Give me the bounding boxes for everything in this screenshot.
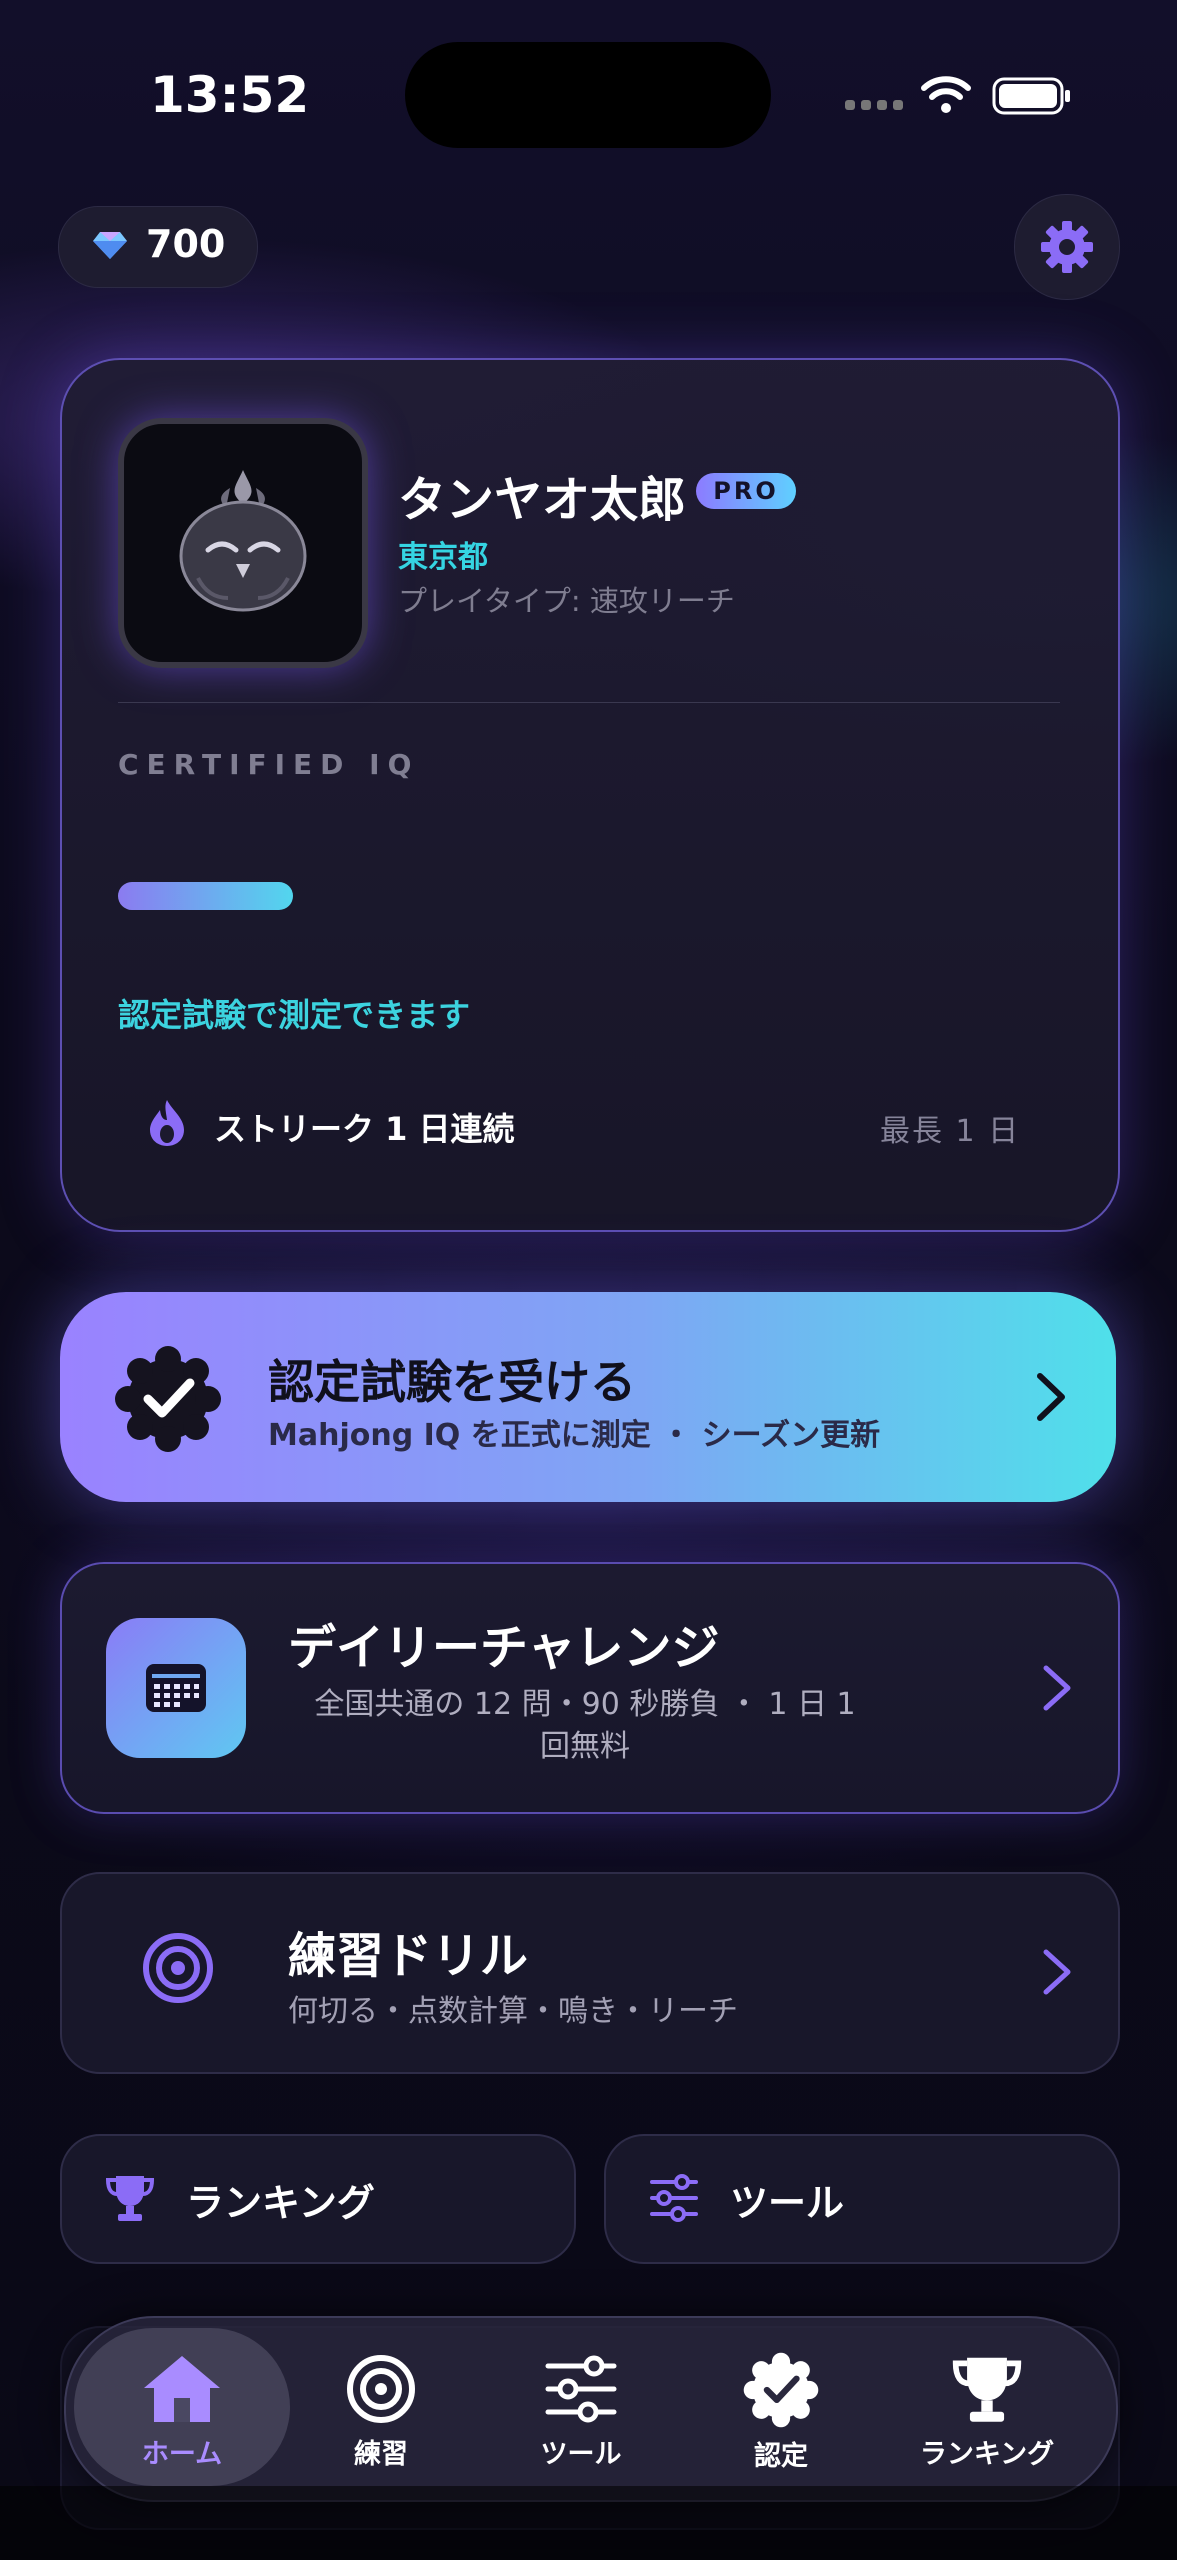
tab-certification[interactable]: 認定 (681, 2344, 881, 2494)
streak-text: ストリーク 1 日連続 (214, 1110, 515, 1148)
tab-ranking-label: ランキング (919, 2439, 1055, 2470)
trophy-icon (952, 2357, 1022, 2422)
sliders-icon (545, 2355, 617, 2423)
gem-count: 700 (146, 222, 226, 266)
tab-tools-label: ツール (540, 2439, 622, 2470)
target-icon (143, 1933, 213, 2003)
calendar-icon (146, 1664, 206, 1712)
chevron-right-icon (1043, 1665, 1071, 1711)
user-prefecture: 東京都 (398, 540, 488, 575)
iq-progress-bar (118, 882, 293, 910)
cellular-signal-icon (845, 100, 905, 112)
daily-subtitle-line1: 全国共通の 12 問・90 秒勝負 ・ 1 日 1 (314, 1687, 856, 1722)
target-icon (347, 2355, 415, 2423)
settings-button[interactable] (1014, 194, 1120, 300)
trophy-icon (105, 2176, 155, 2221)
daily-subtitle-line2: 回無料 (540, 1729, 630, 1764)
user-name: タンヤオ太郎 (398, 472, 687, 528)
status-time: 13:52 (150, 66, 310, 124)
best-streak: 最長 1 日 (880, 1114, 1021, 1149)
verified-badge-icon (743, 2352, 819, 2428)
chevron-right-icon (1043, 1949, 1071, 1995)
practice-drill-subtitle: 何切る・点数計算・鳴き・リーチ (288, 1994, 738, 2029)
practice-drill-card[interactable] (60, 1872, 1120, 2074)
certification-note: 認定試験で測定できます (118, 996, 471, 1034)
ranking-label: ランキング (186, 2181, 375, 2225)
tab-home[interactable]: ホーム (82, 2344, 282, 2494)
user-play-type: プレイタイプ: 速攻リーチ (398, 584, 735, 618)
daily-challenge-icon-tile (106, 1618, 246, 1758)
chevron-right-icon (1037, 1373, 1065, 1421)
home-indicator-area (0, 2486, 1177, 2560)
divider (118, 702, 1060, 703)
wifi-icon (921, 76, 971, 113)
tab-tools[interactable]: ツール (481, 2344, 681, 2494)
tab-home-label: ホーム (141, 2439, 223, 2470)
cta-subtitle: Mahjong IQ を正式に測定 ・ シーズン更新 (268, 1418, 881, 1453)
cta-title: 認定試験を受ける (268, 1355, 636, 1409)
owl-avatar-icon (179, 470, 307, 612)
home-icon (144, 2356, 220, 2422)
tab-certification-label: 認定 (754, 2441, 808, 2472)
verified-badge-icon (115, 1346, 221, 1452)
practice-drill-title: 練習ドリル (288, 1928, 529, 1984)
dynamic-island (405, 42, 771, 148)
battery-icon (992, 77, 1070, 115)
tab-practice-label: 練習 (354, 2439, 408, 2470)
tab-practice[interactable]: 練習 (281, 2344, 481, 2494)
pro-badge: PRO (696, 473, 796, 509)
daily-challenge-title: デイリーチャレンジ (288, 1620, 720, 1676)
flame-icon (150, 1100, 184, 1146)
certified-iq-label: CERTIFIED IQ (118, 748, 420, 781)
gem-icon (93, 232, 127, 259)
tab-ranking[interactable]: ランキング (887, 2344, 1087, 2494)
daily-challenge-subtitle: 全国共通の 12 問・90 秒勝負 ・ 1 日 1 回無料 (288, 1684, 882, 1768)
gear-icon (1041, 221, 1093, 273)
sliders-icon (650, 2174, 698, 2222)
tools-label: ツール (730, 2181, 845, 2225)
avatar[interactable] (118, 418, 368, 668)
